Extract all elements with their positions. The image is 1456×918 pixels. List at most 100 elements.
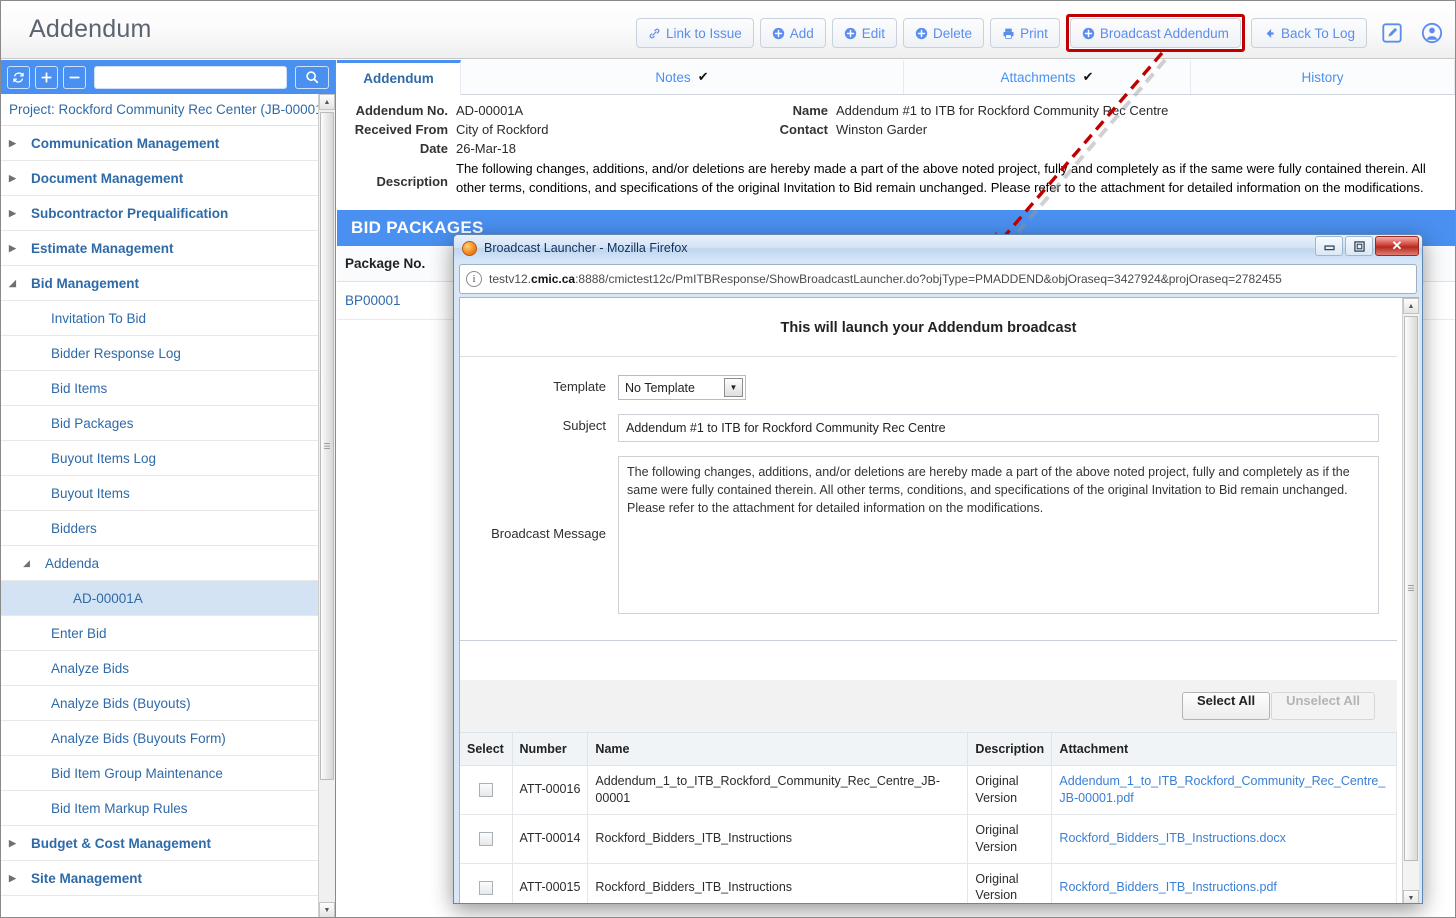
chevron-down-icon[interactable] <box>23 558 39 569</box>
delete-button[interactable]: Delete <box>903 18 985 48</box>
chevron-down-icon[interactable] <box>9 278 25 289</box>
template-row: Template No Template ▼ <box>478 375 1379 400</box>
chevron-right-icon[interactable] <box>9 173 25 184</box>
dialog-scrollbar[interactable]: ▲ ☰ ▼ <box>1402 298 1419 903</box>
row-name: Addendum_1_to_ITB_Rockford_Community_Rec… <box>587 765 969 815</box>
sidebar-item-bidders[interactable]: Bidders <box>1 511 335 546</box>
sidebar-item-label: Budget & Cost Management <box>31 835 212 851</box>
close-button[interactable]: ✕ <box>1375 236 1419 256</box>
broadcast-addendum-button[interactable]: Broadcast Addendum <box>1069 18 1241 48</box>
collapse-all-icon[interactable] <box>63 65 86 89</box>
row-checkbox[interactable] <box>478 880 493 895</box>
broadcast-message-textarea[interactable]: The following changes, additions, and/or… <box>618 456 1379 614</box>
sidebar-item-analyze-bids-buyouts[interactable]: Analyze Bids (Buyouts) <box>1 686 335 721</box>
template-select[interactable]: No Template ▼ <box>618 375 746 400</box>
refresh-icon[interactable] <box>7 65 30 89</box>
link-to-issue-button[interactable]: Link to Issue <box>635 18 754 48</box>
print-button[interactable]: Print <box>990 18 1060 48</box>
edit-button[interactable]: Edit <box>831 18 898 48</box>
sidebar-item-label: Addenda <box>45 555 100 571</box>
sidebar-item-ad-00001a[interactable]: AD-00001A <box>1 581 335 616</box>
col-number: Number <box>512 732 589 766</box>
received-from-value: City of Rockford <box>456 122 549 137</box>
minimize-button[interactable] <box>1315 236 1343 256</box>
tab-attachments[interactable]: Attachments ✔ <box>904 60 1191 94</box>
search-icon[interactable] <box>295 65 329 89</box>
expand-all-icon[interactable] <box>35 65 58 89</box>
scrollbar-thumb[interactable]: ☰ <box>320 112 334 780</box>
sidebar-item-label: Bid Items <box>51 380 108 396</box>
maximize-button[interactable] <box>1345 236 1373 256</box>
url-bar[interactable]: i testv12.cmic.ca:8888/cmictest12c/PmITB… <box>459 264 1417 294</box>
chevron-right-icon[interactable] <box>9 873 25 884</box>
dialog-scroll-down-icon[interactable]: ▼ <box>1403 890 1419 903</box>
sidebar-item-bid-item-group-maintenance[interactable]: Bid Item Group Maintenance <box>1 756 335 791</box>
attachments-header-row: Select Number Name Description Attachmen… <box>460 732 1397 766</box>
sidebar-item-budget-cost-management[interactable]: Budget & Cost Management <box>1 826 335 861</box>
tab-addendum[interactable]: Addendum <box>337 60 461 95</box>
sidebar-item-bidder-response-log[interactable]: Bidder Response Log <box>1 336 335 371</box>
sidebar-item-analyze-bids-buyouts-form[interactable]: Analyze Bids (Buyouts Form) <box>1 721 335 756</box>
sidebar-item-addenda[interactable]: Addenda <box>1 546 335 581</box>
sidebar-item-bid-management[interactable]: Bid Management <box>1 266 335 301</box>
tab-history[interactable]: History <box>1191 60 1455 94</box>
attachment-link[interactable]: Addendum_1_to_ITB_Rockford_Community_Rec… <box>1059 774 1385 805</box>
detail-row-1: Addendum No. AD-00001A Name Addendum #1 … <box>337 103 1455 118</box>
chevron-down-icon[interactable]: ▼ <box>724 378 743 397</box>
sidebar-item-document-management[interactable]: Document Management <box>1 161 335 196</box>
user-avatar-icon[interactable] <box>1417 18 1447 48</box>
row-checkbox[interactable] <box>478 783 493 798</box>
plus-circle-icon <box>1082 27 1095 40</box>
info-icon[interactable]: i <box>466 271 482 287</box>
chevron-right-icon[interactable] <box>9 838 25 849</box>
table-row: ATT-00014 Rockford_Bidders_ITB_Instructio… <box>460 814 1397 864</box>
row-name: Rockford_Bidders_ITB_Instructions <box>587 863 969 903</box>
select-all-button[interactable]: Select All <box>1182 692 1271 720</box>
attachment-link[interactable]: Rockford_Bidders_ITB_Instructions.pdf <box>1059 880 1276 894</box>
sidebar-item-analyze-bids[interactable]: Analyze Bids <box>1 651 335 686</box>
chevron-right-icon[interactable] <box>9 138 25 149</box>
chevron-right-icon[interactable] <box>9 208 25 219</box>
sidebar-scrollbar[interactable]: ▲ ☰ ▼ <box>318 94 335 917</box>
dialog-scroll-up-icon[interactable]: ▲ <box>1403 298 1419 314</box>
toolbar: Link to Issue Add Edit Delete Print Broa… <box>635 14 1447 52</box>
sidebar-item-site-management[interactable]: Site Management <box>1 861 335 896</box>
sidebar-item-communication-management[interactable]: Communication Management <box>1 126 335 161</box>
sidebar-item-invitation-to-bid[interactable]: Invitation To Bid <box>1 301 335 336</box>
form-divider <box>460 640 1397 680</box>
sidebar-item-bid-items[interactable]: Bid Items <box>1 371 335 406</box>
scroll-down-icon[interactable]: ▼ <box>319 902 335 917</box>
broadcast-launcher-page: This will launch your Addendum broadcast… <box>460 298 1397 903</box>
subject-input[interactable] <box>618 414 1379 442</box>
sidebar-item-bid-item-markup-rules[interactable]: Bid Item Markup Rules <box>1 791 335 826</box>
sidebar-item-subcontractor-prequalification[interactable]: Subcontractor Prequalification <box>1 196 335 231</box>
add-button[interactable]: Add <box>759 18 826 48</box>
firefox-icon <box>462 240 477 256</box>
dialog-content: This will launch your Addendum broadcast… <box>459 297 1419 903</box>
tab-notes[interactable]: Notes ✔ <box>461 60 904 94</box>
search-input[interactable] <box>94 65 287 89</box>
sidebar-item-label: Bidders <box>51 520 97 536</box>
row-checkbox[interactable] <box>478 831 493 846</box>
chevron-right-icon[interactable] <box>9 243 25 254</box>
back-to-log-button[interactable]: Back To Log <box>1250 18 1367 48</box>
sidebar-item-buyout-items[interactable]: Buyout Items <box>1 476 335 511</box>
edit-square-icon[interactable] <box>1377 18 1407 48</box>
attachment-link[interactable]: Rockford_Bidders_ITB_Instructions.docx <box>1059 831 1286 845</box>
window-controls: ✕ <box>1315 236 1419 256</box>
sidebar-item-enter-bid[interactable]: Enter Bid <box>1 616 335 651</box>
sidebar-item-label: Invitation To Bid <box>51 310 147 326</box>
message-row: Broadcast Message The following changes,… <box>478 456 1379 614</box>
sidebar-item-bid-packages[interactable]: Bid Packages <box>1 406 335 441</box>
checkmark-icon: ✔ <box>697 69 709 84</box>
addendum-no-label: Addendum No. <box>355 103 448 118</box>
table-row: ATT-00016 Addendum_1_to_ITB_Rockford_Comm… <box>460 765 1397 815</box>
scroll-up-icon[interactable]: ▲ <box>319 94 335 110</box>
window-titlebar[interactable]: Broadcast Launcher - Mozilla Firefox ✕ <box>454 235 1422 261</box>
sidebar-item-buyout-items-log[interactable]: Buyout Items Log <box>1 441 335 476</box>
dialog-scrollbar-thumb[interactable]: ☰ <box>1404 316 1418 861</box>
sidebar-item-label: Bid Packages <box>51 415 134 431</box>
sidebar-item-estimate-management[interactable]: Estimate Management <box>1 231 335 266</box>
col-description: Description <box>967 732 1053 766</box>
contact-label: Contact <box>779 122 828 137</box>
